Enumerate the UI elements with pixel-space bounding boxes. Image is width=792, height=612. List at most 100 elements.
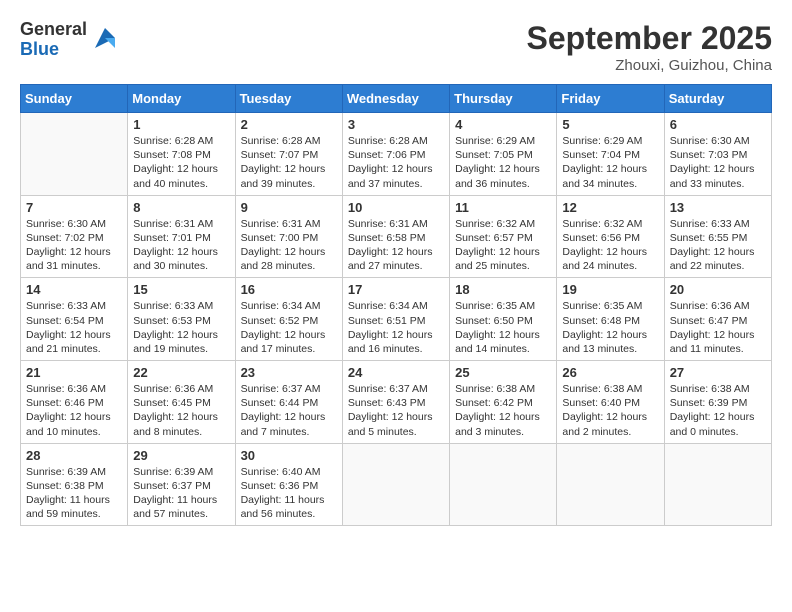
calendar-cell: 6 Sunrise: 6:30 AMSunset: 7:03 PMDaylight… [664, 113, 771, 196]
logo-icon [91, 24, 119, 52]
calendar-week-3: 14 Sunrise: 6:33 AMSunset: 6:54 PMDayligh… [21, 278, 772, 361]
calendar-cell: 20 Sunrise: 6:36 AMSunset: 6:47 PMDayligh… [664, 278, 771, 361]
calendar-week-4: 21 Sunrise: 6:36 AMSunset: 6:46 PMDayligh… [21, 361, 772, 444]
day-info: Sunrise: 6:37 AMSunset: 6:43 PMDaylight:… [348, 382, 444, 439]
day-number: 8 [133, 200, 229, 215]
calendar-cell: 7 Sunrise: 6:30 AMSunset: 7:02 PMDaylight… [21, 195, 128, 278]
day-number: 4 [455, 117, 551, 132]
calendar-cell: 23Sunrise: 6:37 AMSunset: 6:44 PMDayligh… [235, 361, 342, 444]
calendar-cell: 15Sunrise: 6:33 AMSunset: 6:53 PMDayligh… [128, 278, 235, 361]
day-info: Sunrise: 6:38 AMSunset: 6:42 PMDaylight:… [455, 382, 551, 439]
day-number: 16 [241, 282, 337, 297]
day-info: Sunrise: 6:39 AMSunset: 6:37 PMDaylight:… [133, 465, 229, 522]
day-info: Sunrise: 6:38 AMSunset: 6:40 PMDaylight:… [562, 382, 658, 439]
day-info: Sunrise: 6:35 AMSunset: 6:50 PMDaylight:… [455, 299, 551, 356]
day-number: 21 [26, 365, 122, 380]
calendar-table: SundayMondayTuesdayWednesdayThursdayFrid… [20, 84, 772, 526]
calendar-week-2: 7 Sunrise: 6:30 AMSunset: 7:02 PMDaylight… [21, 195, 772, 278]
column-header-thursday: Thursday [450, 85, 557, 113]
calendar-cell: 19 Sunrise: 6:35 AMSunset: 6:48 PMDayligh… [557, 278, 664, 361]
calendar-cell: 1 Sunrise: 6:28 AMSunset: 7:08 PMDaylight… [128, 113, 235, 196]
calendar-cell: 27 Sunrise: 6:38 AMSunset: 6:39 PMDayligh… [664, 361, 771, 444]
column-header-sunday: Sunday [21, 85, 128, 113]
calendar-cell: 11Sunrise: 6:32 AMSunset: 6:57 PMDayligh… [450, 195, 557, 278]
title-block: September 2025 Zhouxi, Guizhou, China [527, 20, 772, 74]
day-number: 23 [241, 365, 337, 380]
location: Zhouxi, Guizhou, China [527, 57, 772, 74]
day-info: Sunrise: 6:36 AMSunset: 6:47 PMDaylight:… [670, 299, 766, 356]
day-number: 3 [348, 117, 444, 132]
calendar-week-5: 28Sunrise: 6:39 AMSunset: 6:38 PMDayligh… [21, 443, 772, 526]
day-info: Sunrise: 6:33 AMSunset: 6:55 PMDaylight:… [670, 217, 766, 274]
day-number: 13 [670, 200, 766, 215]
day-number: 15 [133, 282, 229, 297]
calendar-cell: 12 Sunrise: 6:32 AMSunset: 6:56 PMDayligh… [557, 195, 664, 278]
day-number: 20 [670, 282, 766, 297]
day-number: 1 [133, 117, 229, 132]
day-number: 2 [241, 117, 337, 132]
calendar-cell: 25 Sunrise: 6:38 AMSunset: 6:42 PMDayligh… [450, 361, 557, 444]
day-number: 27 [670, 365, 766, 380]
day-info: Sunrise: 6:36 AMSunset: 6:46 PMDaylight:… [26, 382, 122, 439]
column-header-monday: Monday [128, 85, 235, 113]
day-info: Sunrise: 6:38 AMSunset: 6:39 PMDaylight:… [670, 382, 766, 439]
calendar-cell: 24 Sunrise: 6:37 AMSunset: 6:43 PMDayligh… [342, 361, 449, 444]
calendar-cell: 10Sunrise: 6:31 AMSunset: 6:58 PMDayligh… [342, 195, 449, 278]
day-info: Sunrise: 6:35 AMSunset: 6:48 PMDaylight:… [562, 299, 658, 356]
day-number: 25 [455, 365, 551, 380]
day-info: Sunrise: 6:28 AMSunset: 7:07 PMDaylight:… [241, 134, 337, 191]
day-number: 24 [348, 365, 444, 380]
calendar-cell: 29Sunrise: 6:39 AMSunset: 6:37 PMDayligh… [128, 443, 235, 526]
column-header-wednesday: Wednesday [342, 85, 449, 113]
day-number: 26 [562, 365, 658, 380]
calendar-cell: 9 Sunrise: 6:31 AMSunset: 7:00 PMDaylight… [235, 195, 342, 278]
calendar-cell: 2 Sunrise: 6:28 AMSunset: 7:07 PMDaylight… [235, 113, 342, 196]
calendar-cell: 17 Sunrise: 6:34 AMSunset: 6:51 PMDayligh… [342, 278, 449, 361]
column-header-friday: Friday [557, 85, 664, 113]
day-info: Sunrise: 6:34 AMSunset: 6:51 PMDaylight:… [348, 299, 444, 356]
calendar-cell: 26 Sunrise: 6:38 AMSunset: 6:40 PMDayligh… [557, 361, 664, 444]
calendar-cell [557, 443, 664, 526]
day-number: 18 [455, 282, 551, 297]
calendar-cell: 8 Sunrise: 6:31 AMSunset: 7:01 PMDaylight… [128, 195, 235, 278]
calendar-header-row: SundayMondayTuesdayWednesdayThursdayFrid… [21, 85, 772, 113]
day-number: 19 [562, 282, 658, 297]
day-info: Sunrise: 6:31 AMSunset: 7:01 PMDaylight:… [133, 217, 229, 274]
day-info: Sunrise: 6:29 AMSunset: 7:05 PMDaylight:… [455, 134, 551, 191]
calendar-cell [450, 443, 557, 526]
day-info: Sunrise: 6:36 AMSunset: 6:45 PMDaylight:… [133, 382, 229, 439]
day-info: Sunrise: 6:32 AMSunset: 6:56 PMDaylight:… [562, 217, 658, 274]
calendar-cell [342, 443, 449, 526]
column-header-saturday: Saturday [664, 85, 771, 113]
day-number: 7 [26, 200, 122, 215]
calendar-cell [21, 113, 128, 196]
logo-text: General Blue [20, 20, 87, 60]
day-number: 9 [241, 200, 337, 215]
calendar-cell: 4 Sunrise: 6:29 AMSunset: 7:05 PMDaylight… [450, 113, 557, 196]
day-number: 22 [133, 365, 229, 380]
page-header: General Blue September 2025 Zhouxi, Guiz… [20, 20, 772, 74]
day-info: Sunrise: 6:31 AMSunset: 6:58 PMDaylight:… [348, 217, 444, 274]
day-info: Sunrise: 6:28 AMSunset: 7:06 PMDaylight:… [348, 134, 444, 191]
day-number: 14 [26, 282, 122, 297]
calendar-week-1: 1 Sunrise: 6:28 AMSunset: 7:08 PMDaylight… [21, 113, 772, 196]
day-info: Sunrise: 6:33 AMSunset: 6:54 PMDaylight:… [26, 299, 122, 356]
day-number: 12 [562, 200, 658, 215]
day-info: Sunrise: 6:34 AMSunset: 6:52 PMDaylight:… [241, 299, 337, 356]
calendar-cell: 13 Sunrise: 6:33 AMSunset: 6:55 PMDayligh… [664, 195, 771, 278]
logo: General Blue [20, 20, 119, 60]
day-info: Sunrise: 6:30 AMSunset: 7:03 PMDaylight:… [670, 134, 766, 191]
day-info: Sunrise: 6:28 AMSunset: 7:08 PMDaylight:… [133, 134, 229, 191]
day-number: 5 [562, 117, 658, 132]
calendar-cell: 18 Sunrise: 6:35 AMSunset: 6:50 PMDayligh… [450, 278, 557, 361]
day-number: 6 [670, 117, 766, 132]
day-info: Sunrise: 6:30 AMSunset: 7:02 PMDaylight:… [26, 217, 122, 274]
day-info: Sunrise: 6:39 AMSunset: 6:38 PMDaylight:… [26, 465, 122, 522]
logo-blue: Blue [20, 40, 87, 60]
month-title: September 2025 [527, 20, 772, 57]
day-number: 17 [348, 282, 444, 297]
day-info: Sunrise: 6:29 AMSunset: 7:04 PMDaylight:… [562, 134, 658, 191]
day-info: Sunrise: 6:31 AMSunset: 7:00 PMDaylight:… [241, 217, 337, 274]
calendar-cell: 5 Sunrise: 6:29 AMSunset: 7:04 PMDaylight… [557, 113, 664, 196]
calendar-cell: 21 Sunrise: 6:36 AMSunset: 6:46 PMDayligh… [21, 361, 128, 444]
